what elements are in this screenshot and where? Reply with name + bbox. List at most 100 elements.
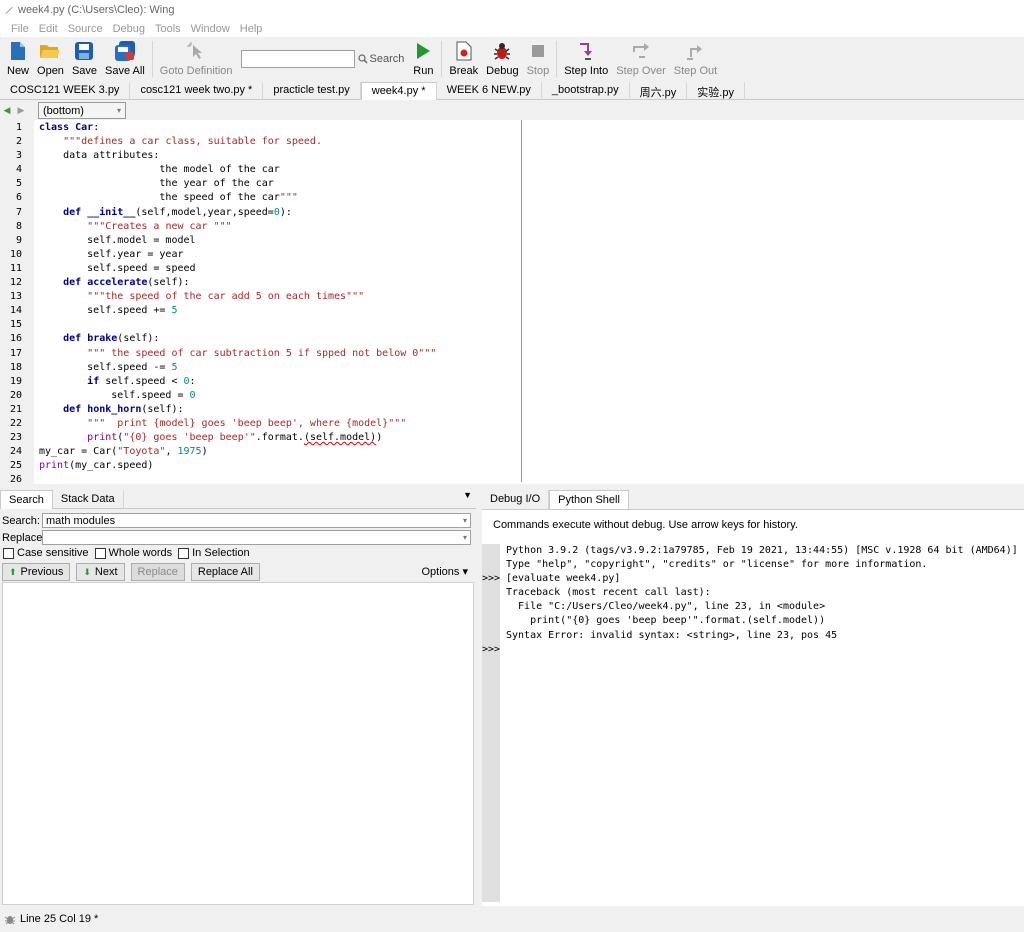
tab-saturday[interactable]: 周六.py xyxy=(630,82,688,100)
shell-output[interactable]: Python 3.9.2 (tags/v3.9.2:1a79785, Feb 1… xyxy=(482,544,1024,657)
replace-all-button[interactable]: Replace All xyxy=(190,563,260,581)
python-shell[interactable]: Commands execute without debug. Use arro… xyxy=(482,510,1024,906)
code-line[interactable]: 9 self.model = model xyxy=(0,234,1024,248)
code-line[interactable]: 3 data attributes: xyxy=(0,149,1024,163)
code-text: self.speed -= 5 xyxy=(39,361,178,373)
whole-words-checkbox[interactable]: Whole words xyxy=(94,547,172,559)
shell-prompt: >>> xyxy=(482,643,501,655)
code-line[interactable]: 19 if self.speed < 0: xyxy=(0,375,1024,389)
code-text: print("{0} goes 'beep beep'".format.(sel… xyxy=(87,432,383,444)
tab-practicle-test[interactable]: practicle test.py xyxy=(263,82,361,100)
folder-open-icon xyxy=(39,40,61,62)
code-line[interactable]: 16 def brake(self): xyxy=(0,332,1024,346)
code-text: """the speed of the car add 5 on each ti… xyxy=(87,291,365,303)
code-line[interactable]: 22 """ print {model} goes 'beep beep', w… xyxy=(0,417,1024,431)
step-out-label: Step Out xyxy=(673,65,718,77)
step-over-button[interactable]: Step Over xyxy=(612,37,670,81)
code-line[interactable]: 11 self.speed = speed xyxy=(0,262,1024,276)
bug-status-icon[interactable] xyxy=(4,913,16,925)
code-line[interactable]: 21 def honk_horn(self): xyxy=(0,403,1024,417)
next-button[interactable]: ⬇ Next xyxy=(76,563,125,581)
tab-debug-io[interactable]: Debug I/O xyxy=(482,490,550,509)
menu-source[interactable]: Source xyxy=(63,23,108,35)
back-arrow-icon[interactable]: ◀ xyxy=(0,105,14,116)
menu-help[interactable]: Help xyxy=(235,23,268,35)
new-label: New xyxy=(7,65,30,77)
shell-hint-text: Commands execute without debug. Use arro… xyxy=(493,519,798,531)
step-out-button[interactable]: Step Out xyxy=(670,37,721,81)
shell-line: print("{0} goes 'beep beep'".format.(sel… xyxy=(482,614,1024,628)
replace-input[interactable]: ▾ xyxy=(42,530,471,545)
tab-week6-new[interactable]: WEEK 6 NEW.py xyxy=(437,82,542,100)
break-button[interactable]: Break xyxy=(445,37,482,81)
tab-experiment[interactable]: 实验.py xyxy=(687,82,745,100)
tab-cosc121-week3[interactable]: COSC121 WEEK 3.py xyxy=(0,82,131,100)
save-all-button[interactable]: Save All xyxy=(101,37,149,81)
tab-stack-data[interactable]: Stack Data xyxy=(53,490,124,509)
tab-cosc121-week-two[interactable]: cosc121 week two.py * xyxy=(130,82,264,100)
open-button[interactable]: Open xyxy=(33,37,68,81)
debug-button[interactable]: Debug xyxy=(482,37,522,81)
code-area[interactable]: 1 class Car: 2 """defines a car class, sui… xyxy=(0,121,1024,484)
code-line[interactable]: 23 print("{0} goes 'beep beep'".format.(… xyxy=(0,431,1024,445)
options-dropdown[interactable]: Options ▾ xyxy=(421,565,468,578)
chevron-down-icon[interactable]: ▾ xyxy=(463,516,467,525)
goto-definition-button[interactable]: Goto Definition xyxy=(156,37,237,81)
menu-debug[interactable]: Debug xyxy=(108,23,150,35)
forward-arrow-icon[interactable]: ▶ xyxy=(14,105,28,116)
code-line[interactable]: 10 self.year = year xyxy=(0,248,1024,262)
menu-window[interactable]: Window xyxy=(186,23,235,35)
tab-week4[interactable]: week4.py * xyxy=(360,82,437,100)
code-line[interactable]: 5 the year of the car xyxy=(0,177,1024,191)
replace-button[interactable]: Replace xyxy=(130,563,185,581)
search-input[interactable]: math modules ▾ xyxy=(42,513,471,528)
code-line[interactable]: 17 """ the speed of car subtraction 5 if… xyxy=(0,347,1024,361)
code-line[interactable]: 8 """Creates a new car """ xyxy=(0,220,1024,234)
new-file-icon xyxy=(7,40,29,62)
run-button[interactable]: Run xyxy=(408,37,438,81)
code-line[interactable]: 25 print(my_car.speed) xyxy=(0,459,1024,473)
menu-file[interactable]: File xyxy=(6,23,34,35)
chevron-down-icon[interactable]: ▾ xyxy=(463,533,467,542)
previous-button[interactable]: ⬆ Previous xyxy=(2,563,71,581)
menu-tools[interactable]: Tools xyxy=(150,23,186,35)
menu-edit[interactable]: Edit xyxy=(34,23,63,35)
tab-python-shell[interactable]: Python Shell xyxy=(549,490,629,509)
code-line[interactable]: 1 class Car: xyxy=(0,121,1024,135)
save-all-icon xyxy=(114,40,136,62)
toolbar-search-label: Search xyxy=(369,53,405,65)
code-line[interactable]: 6 the speed of the car""" xyxy=(0,191,1024,205)
code-line[interactable]: 24 my_car = Car("Toyota", 1975) xyxy=(0,445,1024,459)
tab-bootstrap[interactable]: _bootstrap.py xyxy=(542,82,630,100)
code-line[interactable]: 15 xyxy=(0,318,1024,332)
code-line[interactable]: 18 self.speed -= 5 xyxy=(0,361,1024,375)
in-selection-checkbox[interactable]: In Selection xyxy=(178,547,250,559)
code-line[interactable]: 26 xyxy=(0,473,1024,484)
code-line[interactable]: 4 the model of the car xyxy=(0,163,1024,177)
code-editor[interactable]: 1 class Car: 2 """defines a car class, sui… xyxy=(0,120,1024,484)
line-number: 4 xyxy=(15,164,22,176)
save-button[interactable]: Save xyxy=(68,37,101,81)
line-number: 3 xyxy=(15,150,22,162)
chevron-down-icon: ▾ xyxy=(116,106,121,115)
code-line[interactable]: 14 self.speed += 5 xyxy=(0,304,1024,318)
line-number: 18 xyxy=(9,361,22,373)
code-line[interactable]: 7 def __init__(self,model,year,speed=0): xyxy=(0,206,1024,220)
chevron-down-icon: ▾ xyxy=(462,566,468,578)
tab-search[interactable]: Search xyxy=(0,490,53,509)
code-line[interactable]: 20 self.speed = 0 xyxy=(0,389,1024,403)
search-results-area[interactable] xyxy=(2,582,474,905)
toolbar-search-button[interactable]: Search xyxy=(357,53,405,65)
shell-text: Type "help", "copyright", "credits" or "… xyxy=(506,559,928,571)
step-into-button[interactable]: Step Into xyxy=(560,37,612,81)
panel-options-arrow-icon[interactable]: ▼ xyxy=(463,490,472,500)
new-button[interactable]: New xyxy=(3,37,33,81)
code-line[interactable]: 12 def accelerate(self): xyxy=(0,276,1024,290)
line-number: 6 xyxy=(15,192,22,204)
stop-button[interactable]: Stop xyxy=(523,37,554,81)
scope-dropdown[interactable]: (bottom) ▾ xyxy=(38,102,126,119)
toolbar-search-input[interactable] xyxy=(240,50,355,68)
code-line[interactable]: 13 """the speed of the car add 5 on each… xyxy=(0,290,1024,304)
case-sensitive-checkbox[interactable]: Case sensitive xyxy=(3,547,89,559)
code-line[interactable]: 2 """defines a car class, suitable for s… xyxy=(0,135,1024,149)
